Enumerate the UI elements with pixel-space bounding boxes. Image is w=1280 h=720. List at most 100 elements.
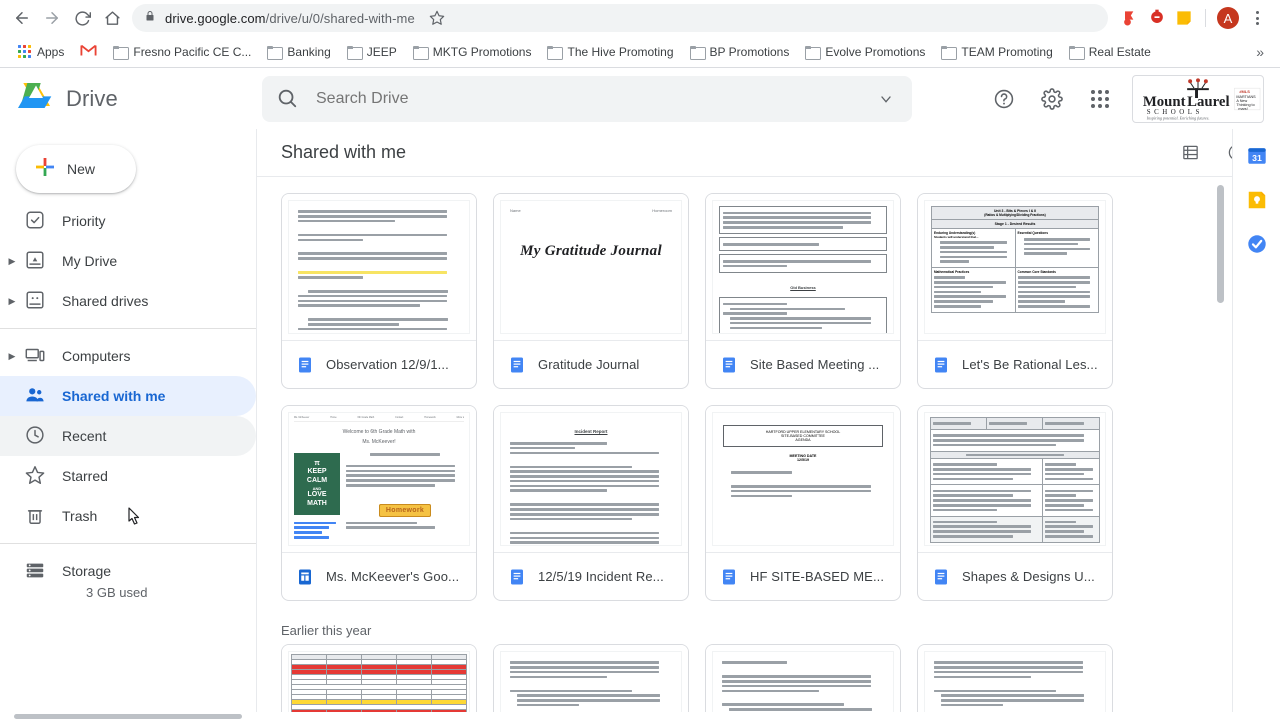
mount-laurel-schools-logo[interactable]: Mount Laurel SCHOOLS Inspiring potential… — [1132, 75, 1264, 123]
drive-header-actions: Mount Laurel SCHOOLS Inspiring potential… — [982, 75, 1272, 123]
folder-icon — [1068, 45, 1085, 60]
poster-love: LOVE — [307, 490, 327, 498]
bookmarks-overflow-button[interactable]: » — [1248, 44, 1272, 60]
expand-chevron-icon[interactable]: ▶ — [0, 296, 24, 307]
file-card[interactable] — [281, 644, 477, 720]
grid-scrollbar-thumb[interactable] — [1217, 185, 1224, 303]
profile-avatar[interactable]: A — [1217, 7, 1239, 29]
star-icon — [24, 464, 48, 488]
new-button-label: New — [67, 161, 96, 177]
expand-chevron-icon[interactable]: ▶ — [0, 351, 24, 362]
file-card[interactable]: HARTFORD UPPER ELEMENTARY SCHOOL SITE-BA… — [705, 405, 901, 601]
sidebar-item-storage[interactable]: Storage — [0, 551, 256, 591]
bookmark-fresno-pacific[interactable]: Fresno Pacific CE C... — [105, 42, 259, 62]
thumb-homeroom-label: Homeroom — [652, 208, 672, 213]
file-card[interactable]: Ms. McKeever Home 6th Grade Math Contact Hom… — [281, 405, 477, 601]
file-card-footer: HF SITE-BASED ME... — [706, 552, 900, 600]
drive-title: Drive — [66, 86, 118, 111]
file-card[interactable]: Incident Report 12/5/19 Incident Re... — [493, 405, 689, 601]
scrollbar-thumb[interactable] — [14, 714, 242, 719]
file-thumbnail: HARTFORD UPPER ELEMENTARY SCHOOL SITE-BA… — [706, 406, 900, 552]
file-thumbnail: Ms. McKeever Home 6th Grade Math Contact Hom… — [282, 406, 476, 552]
file-card[interactable]: Observation 12/9/1... — [281, 193, 477, 389]
file-card[interactable]: Name Homeroom My Gratitude Journal Grati… — [493, 193, 689, 389]
thumb-name-label: Name — [510, 208, 521, 213]
file-name: Observation 12/9/1... — [326, 357, 449, 372]
bookmark-gmail[interactable] — [72, 41, 105, 63]
help-icon[interactable] — [982, 77, 1026, 121]
page-horizontal-scrollbar[interactable] — [0, 712, 1280, 720]
new-button[interactable]: New — [16, 145, 136, 193]
thumb-welcome-line2: Ms. McKeever! — [362, 439, 396, 445]
forward-arrow-icon[interactable] — [38, 4, 66, 32]
reload-icon[interactable] — [68, 4, 96, 32]
file-card[interactable]: Old Business New Business — [705, 193, 901, 389]
bookmark-banking[interactable]: Banking — [259, 42, 338, 62]
bookmark-label: TEAM Promoting — [961, 44, 1053, 59]
file-grid-scroll-area[interactable]: Observation 12/9/1... Name Homeroom My G… — [257, 177, 1280, 720]
plus-icon — [33, 155, 57, 184]
bookmark-jeep[interactable]: JEEP — [339, 42, 405, 62]
file-name: Let's Be Rational Les... — [962, 357, 1098, 372]
file-card-footer: Gratitude Journal — [494, 340, 688, 388]
keep-calm-poster: π KEEP CALM AND LOVE MATH — [294, 453, 340, 515]
file-card[interactable]: Shapes & Designs U... — [917, 405, 1113, 601]
search-drive-box[interactable] — [262, 76, 912, 122]
file-card[interactable] — [493, 644, 689, 720]
bookmark-bp-promotions[interactable]: BP Promotions — [682, 42, 798, 62]
google-apps-icon[interactable] — [1078, 77, 1122, 121]
address-bar[interactable]: drive.google.com/drive/u/0/shared-with-m… — [132, 4, 1108, 32]
folder-icon — [547, 45, 564, 60]
google-calendar-icon[interactable]: 31 — [1246, 145, 1268, 167]
search-input[interactable] — [316, 90, 868, 108]
google-docs-icon — [508, 568, 526, 586]
bookmark-team-promoting[interactable]: TEAM Promoting — [933, 42, 1060, 62]
bookmark-label: Apps — [37, 44, 65, 59]
bookmark-evolve-promotions[interactable]: Evolve Promotions — [797, 42, 933, 62]
search-options-chevron-icon[interactable] — [868, 91, 904, 107]
bookmark-label: Evolve Promotions — [825, 44, 926, 59]
file-card[interactable] — [917, 644, 1113, 720]
sidebar-item-shared-drives[interactable]: ▶ Shared drives — [0, 281, 256, 321]
svg-text:Inspiring potential. Enriching: Inspiring potential. Enriching futures. — [1146, 116, 1210, 121]
google-keep-icon[interactable] — [1246, 189, 1268, 211]
sidebar-item-recent[interactable]: Recent — [0, 416, 256, 456]
gear-icon[interactable] — [1030, 77, 1074, 121]
clock-extension-icon[interactable] — [1147, 8, 1167, 28]
file-card-footer: Let's Be Rational Les... — [918, 340, 1112, 388]
sidebar-item-shared-with-me[interactable]: Shared with me — [0, 376, 256, 416]
main-header: Shared with me — [257, 129, 1280, 177]
google-tasks-icon[interactable] — [1246, 233, 1268, 255]
sidebar-item-computers[interactable]: ▶ Computers — [0, 336, 256, 376]
bookmark-star-icon[interactable] — [424, 5, 450, 31]
file-thumbnail — [282, 645, 476, 720]
bookmark-the-hive-promoting[interactable]: The Hive Promoting — [539, 42, 681, 62]
home-icon[interactable] — [98, 4, 126, 32]
svg-text:Mount: Mount — [1143, 94, 1186, 110]
shared-drives-icon — [24, 289, 48, 313]
pin-extension-icon[interactable] — [1120, 8, 1140, 28]
sidebar-item-label: Recent — [62, 428, 107, 444]
sidebar: New Priority ▶ My Drive ▶ Shared drives … — [0, 129, 256, 720]
bookmark-apps[interactable]: Apps — [10, 42, 72, 62]
expand-chevron-icon[interactable]: ▶ — [0, 256, 24, 267]
folder-icon — [689, 45, 706, 60]
file-card[interactable] — [705, 644, 901, 720]
google-sites-icon — [296, 568, 314, 586]
section-label-earlier-this-year: Earlier this year — [281, 623, 372, 638]
sidebar-item-priority[interactable]: Priority — [0, 201, 256, 241]
sidebar-item-my-drive[interactable]: ▶ My Drive — [0, 241, 256, 281]
homework-badge: Homework — [378, 503, 432, 517]
drive-logo-wrap[interactable]: Drive — [16, 81, 252, 117]
sidebar-divider-2 — [0, 543, 256, 544]
list-view-icon[interactable] — [1170, 133, 1210, 173]
sidebar-item-trash[interactable]: Trash — [0, 496, 256, 536]
bookmark-mktg-promotions[interactable]: MKTG Promotions — [405, 42, 540, 62]
back-arrow-icon[interactable] — [8, 4, 36, 32]
sidebar-item-starred[interactable]: Starred — [0, 456, 256, 496]
notes-extension-icon[interactable] — [1174, 8, 1194, 28]
bookmark-real-estate[interactable]: Real Estate — [1061, 42, 1159, 62]
chrome-menu-icon[interactable] — [1246, 11, 1268, 25]
file-card[interactable]: Unit 3 - Bits & Pieces I & II (Ratios & … — [917, 193, 1113, 389]
search-icon — [276, 87, 300, 111]
